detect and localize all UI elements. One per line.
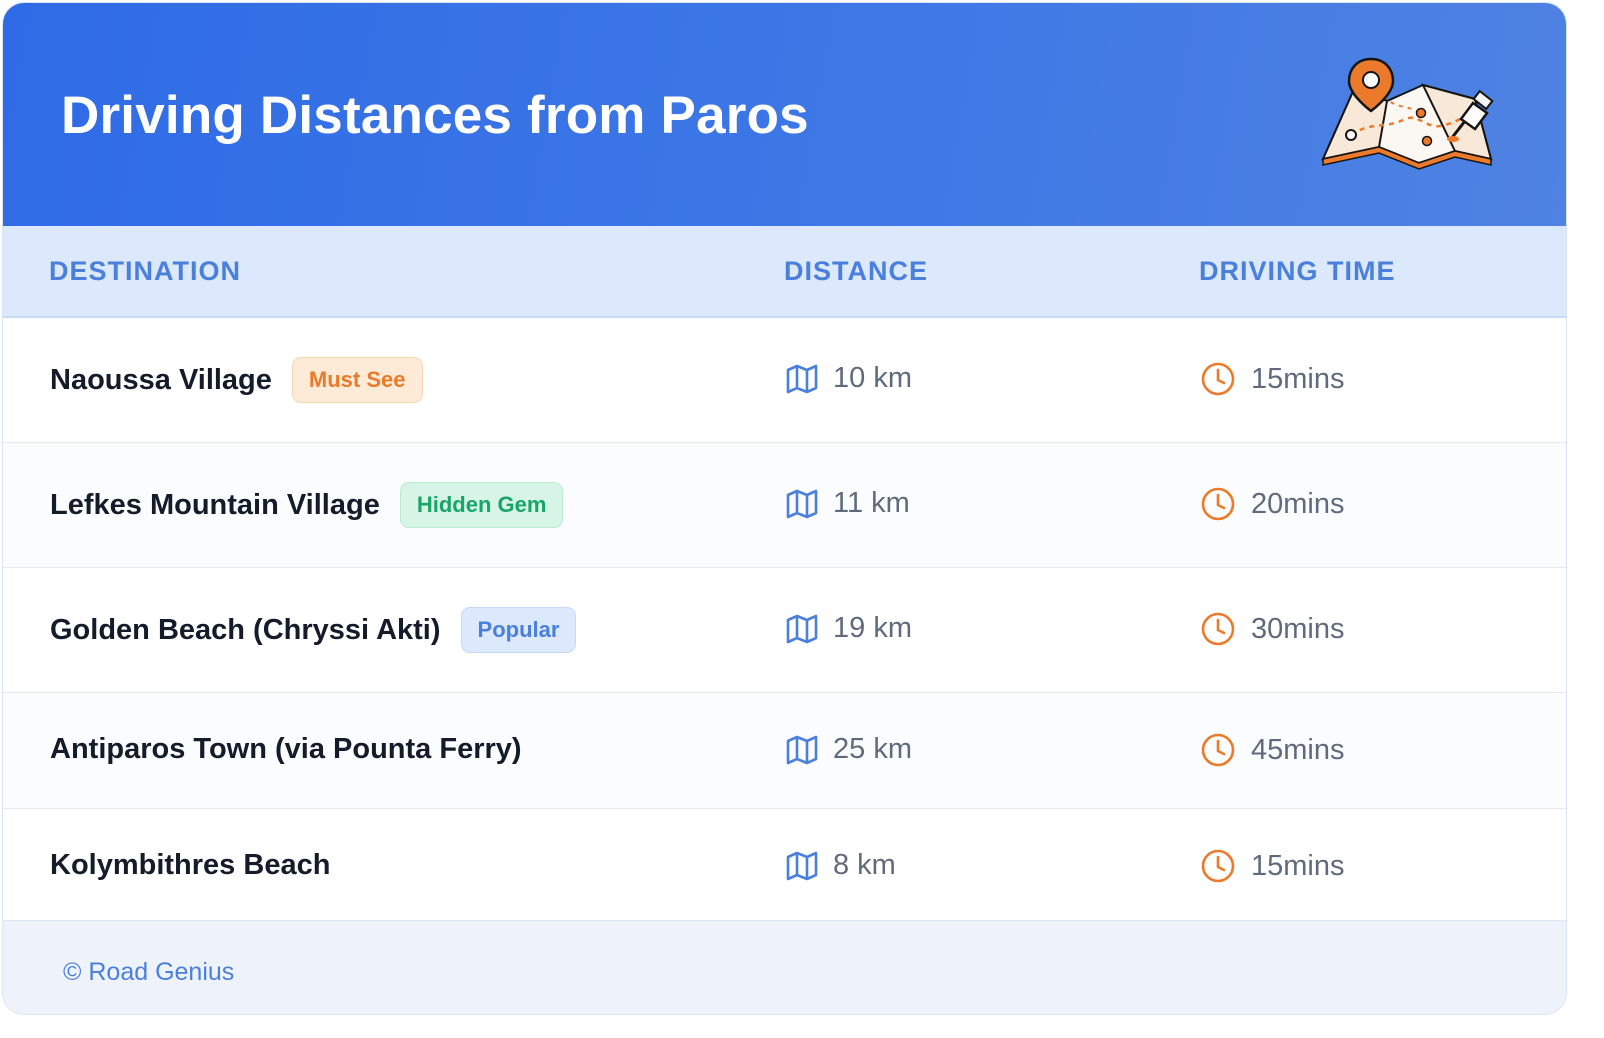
map-icon (786, 851, 818, 880)
time-value: 15mins (1251, 849, 1345, 882)
clock-icon (1201, 612, 1235, 646)
distance-cell: 10 km (786, 362, 912, 395)
destination-cell: Kolymbithres Beach (50, 849, 330, 882)
column-header-driving-time: DRIVING TIME (1199, 256, 1396, 286)
destination-name: Naoussa Village (50, 363, 272, 396)
hidden-gem-badge: Hidden Gem (399, 482, 564, 528)
destination-cell: Antiparos Town (via Pounta Ferry) (50, 733, 522, 766)
time-cell: 20mins (1200, 486, 1345, 522)
clock-icon (1201, 487, 1235, 521)
time-cell: 15mins (1200, 848, 1345, 884)
footer-credit: © Road Genius (63, 958, 235, 986)
card-footer: © Road Genius (3, 920, 1566, 1014)
clock-icon (1201, 849, 1235, 883)
distance-cell: 8 km (786, 849, 896, 882)
distance-value: 11 km (833, 487, 910, 519)
destination-name: Kolymbithres Beach (50, 849, 331, 881)
destination-cell: Naoussa Village Must See (50, 357, 423, 403)
distance-cell: 19 km (786, 612, 912, 645)
table-row: Antiparos Town (via Pounta Ferry) 25 km … (3, 693, 1566, 809)
table-header: DESTINATION DISTANCE DRIVING TIME (3, 226, 1566, 318)
destination-name: Lefkes Mountain Village (50, 488, 380, 521)
time-cell: 45mins (1200, 732, 1345, 768)
page-title: Driving Distances from Paros (61, 86, 809, 145)
popular-badge: Popular (460, 607, 577, 653)
clock-icon (1201, 362, 1235, 396)
distance-value: 25 km (833, 733, 912, 765)
distance-value: 8 km (833, 849, 896, 881)
destination-cell: Golden Beach (Chryssi Akti) Popular (50, 607, 577, 653)
distance-cell: 25 km (786, 733, 912, 766)
table-row: Golden Beach (Chryssi Akti) Popular 19 k… (3, 568, 1566, 693)
map-icon (786, 735, 818, 764)
map-icon (786, 489, 818, 518)
time-value: 45mins (1251, 733, 1345, 766)
map-icon (786, 614, 818, 643)
table-row: Naoussa Village Must See 10 km 15mins (3, 318, 1566, 443)
destination-name: Antiparos Town (via Pounta Ferry) (50, 733, 522, 765)
map-icon (786, 364, 818, 393)
card-header: Driving Distances from Paros (3, 3, 1566, 226)
destination-name: Golden Beach (Chryssi Akti) (50, 613, 441, 646)
distance-card: Driving Distances from Paros DESTINATION… (2, 2, 1567, 1015)
time-cell: 15mins (1200, 361, 1345, 397)
time-value: 15mins (1251, 362, 1345, 395)
map-pin-illustration (1321, 57, 1494, 170)
column-header-distance: DISTANCE (784, 256, 929, 286)
destination-cell: Lefkes Mountain Village Hidden Gem (50, 482, 564, 528)
distance-value: 10 km (833, 362, 912, 394)
table-row: Kolymbithres Beach 8 km 15mins (3, 809, 1566, 923)
must-see-badge: Must See (291, 357, 423, 403)
table-row: Lefkes Mountain Village Hidden Gem 11 km… (3, 443, 1566, 568)
time-cell: 30mins (1200, 611, 1345, 647)
distance-value: 19 km (833, 612, 912, 644)
clock-icon (1201, 733, 1235, 767)
column-header-destination: DESTINATION (49, 256, 241, 286)
time-value: 30mins (1251, 612, 1345, 645)
time-value: 20mins (1251, 487, 1345, 520)
distance-cell: 11 km (786, 487, 910, 520)
